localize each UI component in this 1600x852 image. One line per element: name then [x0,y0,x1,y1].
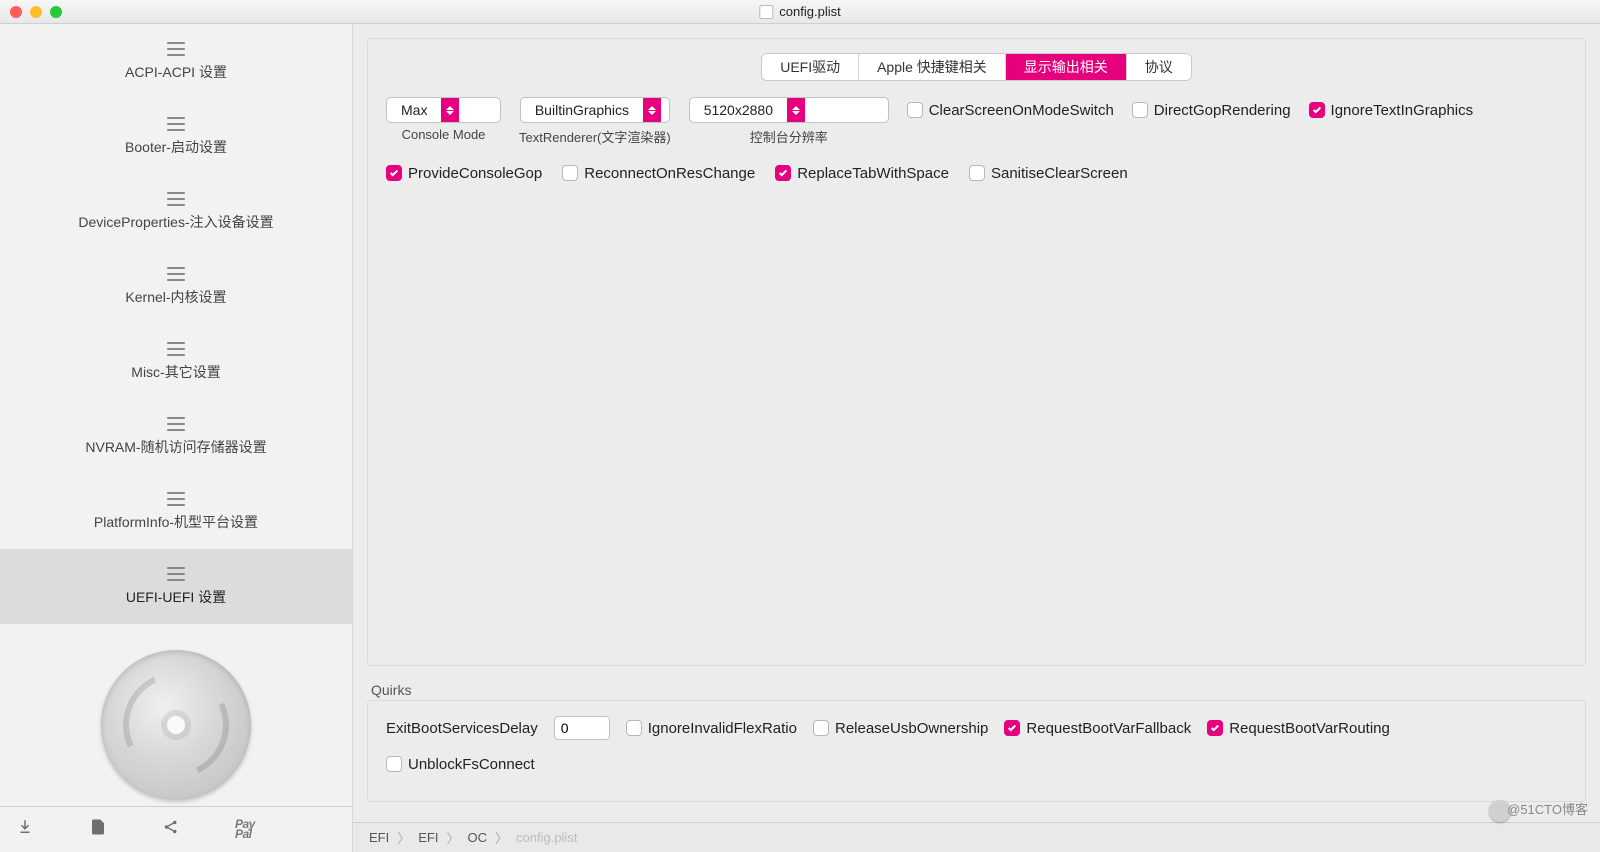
export-icon[interactable] [89,818,107,841]
list-icon [167,417,185,431]
window-close[interactable] [10,6,22,18]
cb-SanitiseClearScreen[interactable]: SanitiseClearScreen [969,160,1128,186]
titlebar: config.plist [0,0,1600,24]
cb-ReconnectOnResChange[interactable]: ReconnectOnResChange [562,160,755,186]
cb-IgnoreTextInGraphics[interactable]: IgnoreTextInGraphics [1309,97,1474,123]
cb-ReplaceTabWithSpace[interactable]: ReplaceTabWithSpace [775,160,949,186]
window-title: config.plist [779,4,840,19]
disc-art [101,650,251,800]
exit-delay-input[interactable] [554,716,610,740]
cb-ClearScreenOnModeSwitch[interactable]: ClearScreenOnModeSwitch [907,97,1114,123]
sidebar-item-7[interactable]: UEFI-UEFI 设置 [0,549,352,624]
exit-delay-label: ExitBootServicesDelay [386,720,538,737]
sidebar: ACPI-ACPI 设置Booter-启动设置DeviceProperties-… [0,24,353,852]
quirk-UnblockFsConnect[interactable]: UnblockFsConnect [386,751,535,777]
tab-3[interactable]: 协议 [1127,54,1191,80]
crumb-1[interactable]: EFI [418,830,438,845]
quirk-RequestBootVarFallback[interactable]: RequestBootVarFallback [1004,715,1191,741]
tab-2[interactable]: 显示输出相关 [1006,54,1127,80]
crumb-0[interactable]: EFI [369,830,389,845]
cb-ProvideConsoleGop[interactable]: ProvideConsoleGop [386,160,542,186]
quirk-RequestBootVarRouting[interactable]: RequestBootVarRouting [1207,715,1390,741]
crumb-3[interactable]: config.plist [516,830,577,845]
breadcrumb: EFI〉EFI〉OC〉config.plist [353,822,1600,852]
sidebar-item-1[interactable]: Booter-启动设置 [0,99,352,174]
tab-1[interactable]: Apple 快捷键相关 [859,54,1006,80]
quirks-title: Quirks [371,682,1582,698]
chevron-updown-icon [441,98,459,122]
quirk-IgnoreInvalidFlexRatio[interactable]: IgnoreInvalidFlexRatio [626,715,797,741]
document-icon [759,5,773,19]
resolution-select[interactable]: 5120x2880 [689,97,889,123]
sidebar-item-4[interactable]: Misc-其它设置 [0,324,352,399]
chevron-updown-icon [643,98,661,122]
chevron-updown-icon [787,98,805,122]
quirk-ReleaseUsbOwnership[interactable]: ReleaseUsbOwnership [813,715,988,741]
sidebar-item-6[interactable]: PlatformInfo-机型平台设置 [0,474,352,549]
tab-0[interactable]: UEFI驱动 [762,54,859,80]
share-icon[interactable] [162,818,180,841]
window-zoom[interactable] [50,6,62,18]
window-minimize[interactable] [30,6,42,18]
tab-bar: UEFI驱动Apple 快捷键相关显示输出相关协议 [761,53,1192,81]
paypal-icon[interactable]: PayPal [235,820,255,839]
crumb-2[interactable]: OC [468,830,488,845]
sidebar-item-2[interactable]: DeviceProperties-注入设备设置 [0,174,352,249]
output-panel: UEFI驱动Apple 快捷键相关显示输出相关协议 Max Console Mo… [367,38,1586,666]
list-icon [167,342,185,356]
sidebar-item-0[interactable]: ACPI-ACPI 设置 [0,24,352,99]
list-icon [167,267,185,281]
watermark: @51CTO博客 [1489,799,1588,822]
list-icon [167,567,185,581]
sidebar-item-3[interactable]: Kernel-内核设置 [0,249,352,324]
console-mode-select[interactable]: Max [386,97,501,123]
sidebar-toolbar: PayPal [0,806,352,852]
list-icon [167,492,185,506]
cb-DirectGopRendering[interactable]: DirectGopRendering [1132,97,1291,123]
list-icon [167,42,185,56]
sidebar-item-5[interactable]: NVRAM-随机访问存储器设置 [0,399,352,474]
text-renderer-select[interactable]: BuiltinGraphics [520,97,670,123]
list-icon [167,192,185,206]
quirks-panel: ExitBootServicesDelay IgnoreInvalidFlexR… [367,700,1586,802]
import-icon[interactable] [16,818,34,841]
list-icon [167,117,185,131]
